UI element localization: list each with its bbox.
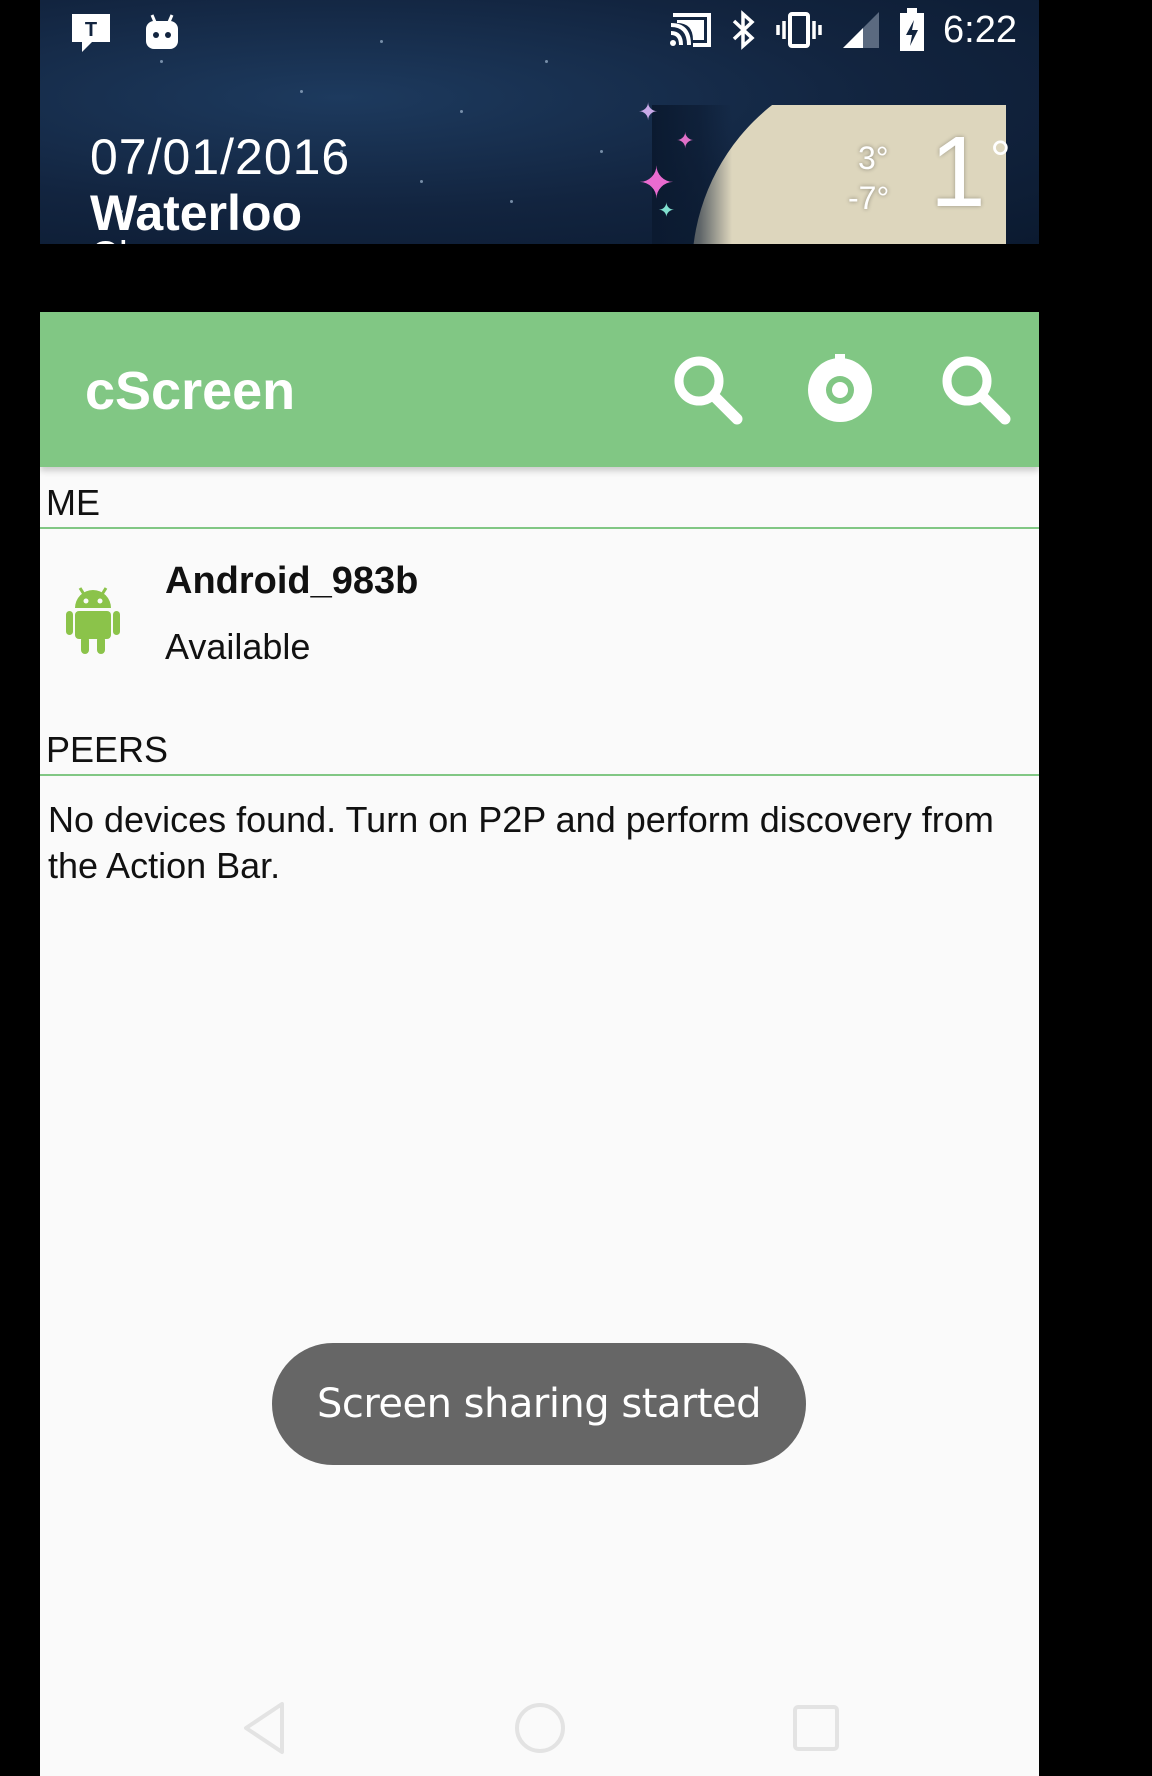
sparkle-icon: ✦: [658, 200, 675, 222]
section-header-me: ME: [46, 482, 100, 523]
star: [300, 90, 303, 93]
temp-degree-symbol: °: [990, 131, 1011, 189]
status-bar: T 6:22: [40, 0, 1039, 70]
android-icon: [66, 587, 120, 654]
star: [420, 180, 423, 183]
temp-low: -7°: [848, 180, 890, 216]
section-divider: [40, 774, 1039, 776]
bluetooth-icon: [732, 10, 755, 50]
navigation-bar: [40, 1682, 1039, 1776]
temp-current: 1: [930, 116, 986, 228]
star: [510, 200, 513, 203]
gap: [0, 244, 1152, 312]
recents-icon[interactable]: [786, 1698, 846, 1758]
device-name: Android_983b: [165, 560, 419, 602]
section-divider: [40, 527, 1039, 529]
weather-date: 07/01/2016: [90, 129, 351, 185]
signal-icon: [843, 12, 880, 48]
temp-high: 3°: [858, 140, 889, 176]
cast-icon: [670, 13, 712, 47]
star: [600, 150, 603, 153]
toast-message: Screen sharing started: [272, 1343, 806, 1465]
peers-empty-message: No devices found. Turn on P2P and perfor…: [48, 799, 994, 886]
weather-condition: Clear: [90, 234, 186, 244]
t-notification-icon: T: [72, 14, 110, 52]
home-icon[interactable]: [510, 1698, 570, 1758]
weather-widget[interactable]: ✦ ✦ ✦ ✦ T 6:22 07/01/2016 Waterloo 3° -7…: [40, 0, 1039, 244]
app-title: cScreen: [85, 361, 296, 421]
android-debug-icon: [146, 14, 178, 49]
app-window: cScreen ME Android_983b Available PEERS …: [40, 312, 1039, 1776]
sparkle-icon: ✦: [676, 128, 695, 153]
my-device-item[interactable]: Android_983b Available: [40, 530, 1039, 720]
svg-text:T: T: [85, 19, 97, 41]
battery-charging-icon: [900, 8, 925, 51]
search-icon[interactable]: [938, 352, 1014, 428]
action-bar: cScreen: [40, 312, 1039, 467]
settings-icon[interactable]: [802, 352, 878, 428]
section-header-peers: PEERS: [46, 729, 169, 770]
star: [460, 110, 463, 113]
status-clock: 6:22: [943, 8, 1017, 51]
vibrate-icon: [776, 12, 822, 48]
phone-screen: ✦ ✦ ✦ ✦ T 6:22 07/01/2016 Waterloo 3° -7…: [0, 0, 1152, 1776]
sparkle-icon: ✦: [638, 99, 659, 126]
search-icon[interactable]: [670, 352, 746, 428]
device-status: Available: [165, 626, 311, 667]
back-icon[interactable]: [236, 1698, 296, 1758]
